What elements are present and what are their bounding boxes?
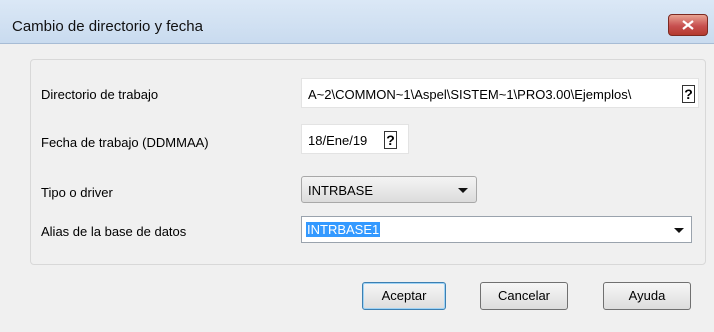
alias-label: Alias de la base de datos [41, 224, 187, 239]
window-title: Cambio de directorio y fecha [12, 18, 203, 35]
alias-value: INTRBASE1 [306, 222, 381, 237]
directory-value: A~2\COMMON~1\Aspel\SISTEM~1\PRO3.00\Ejem… [308, 87, 632, 102]
chevron-down-icon [458, 188, 468, 193]
driver-select[interactable]: INTRBASE [301, 176, 477, 203]
date-help-button[interactable]: ? [384, 131, 397, 149]
accept-button[interactable]: Aceptar [362, 282, 446, 310]
date-value: 18/Ene/19 [308, 133, 368, 148]
close-button[interactable] [668, 14, 708, 36]
alias-select[interactable]: INTRBASE1 [301, 216, 692, 243]
title-bar: Cambio de directorio y fecha [0, 0, 714, 44]
date-label: Fecha de trabajo (DDMMAA) [41, 135, 209, 150]
cancel-button[interactable]: Cancelar [480, 282, 568, 310]
driver-value: INTRBASE [308, 183, 374, 198]
directory-help-button[interactable]: ? [682, 85, 695, 103]
help-button[interactable]: Ayuda [603, 282, 691, 310]
driver-label: Tipo o driver [41, 185, 113, 200]
chevron-down-icon [674, 228, 684, 233]
dialog-body: Directorio de trabajo A~2\COMMON~1\Aspel… [0, 45, 714, 332]
directory-field[interactable]: A~2\COMMON~1\Aspel\SISTEM~1\PRO3.00\Ejem… [301, 78, 699, 108]
settings-group: Directorio de trabajo A~2\COMMON~1\Aspel… [30, 59, 706, 265]
close-icon [682, 20, 694, 30]
directory-label: Directorio de trabajo [41, 87, 159, 102]
date-field[interactable]: 18/Ene/19 ? [301, 124, 409, 154]
